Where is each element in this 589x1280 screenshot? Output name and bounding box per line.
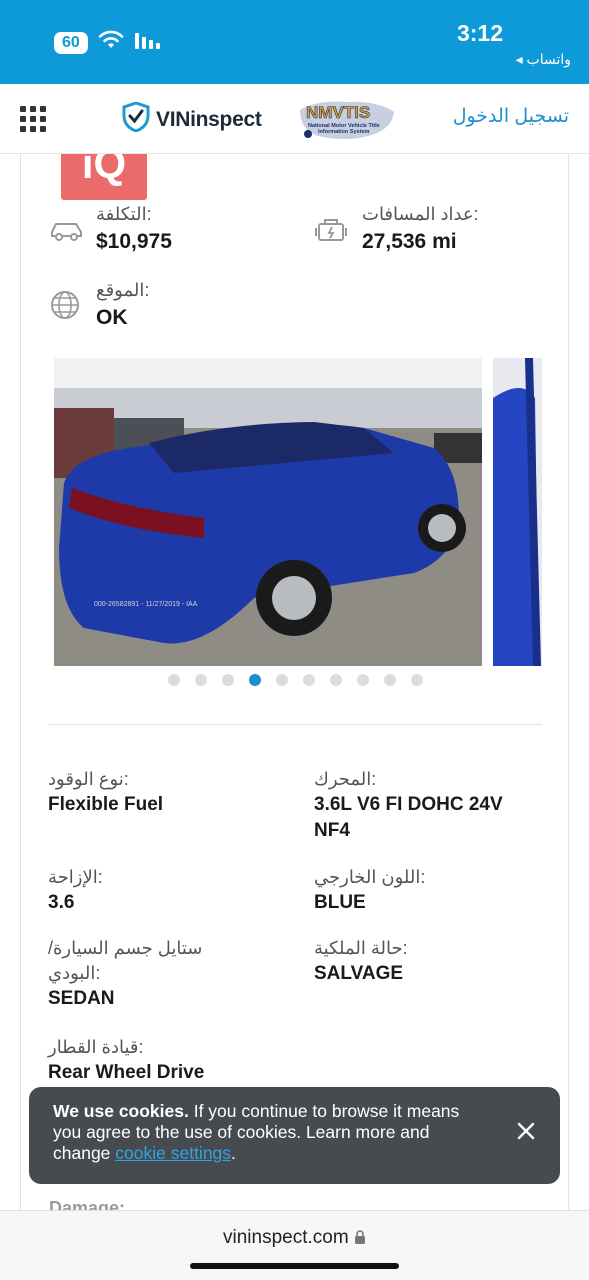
spec-fuel-type: :نوع الوقود Flexible Fuel [48, 767, 276, 818]
back-to-app-link[interactable]: ◂ واتساب [516, 51, 571, 68]
title-status-label: :حالة الملكية [314, 938, 408, 958]
menu-grid-icon[interactable] [20, 106, 46, 132]
gallery-dot[interactable] [411, 674, 423, 686]
exterior-color-value: BLUE [314, 892, 366, 913]
car-icon [48, 212, 86, 250]
status-time: 3:12 [456, 20, 503, 46]
vehicle-photo-next[interactable] [493, 358, 542, 666]
gallery-dot[interactable] [195, 674, 207, 686]
cookie-end: . [231, 1143, 236, 1163]
drive-value: Rear Wheel Drive [48, 1062, 205, 1083]
wifi-icon [98, 30, 124, 55]
nmvtis-subtitle-2: Information System [318, 129, 369, 135]
gallery-dot[interactable] [249, 674, 261, 686]
home-indicator[interactable] [190, 1263, 399, 1269]
gallery-dot[interactable] [330, 674, 342, 686]
url-display[interactable]: vininspect.com [0, 1227, 589, 1249]
gallery-dot[interactable] [303, 674, 315, 686]
mileage-value: 27,536 mi [362, 230, 457, 253]
gallery-dot[interactable] [384, 674, 396, 686]
body-style-value: SEDAN [48, 988, 115, 1009]
photo-watermark: 000-26582891 - 11/27/2019 - IAA [94, 601, 198, 608]
globe-icon [48, 286, 86, 324]
engine-label: :المحرك [314, 769, 377, 789]
engine-icon [313, 212, 351, 250]
spec-displacement: :الإزاحة 3.6 [48, 865, 276, 916]
spec-drive: :قيادة القطار Rear Wheel Drive [48, 1035, 276, 1086]
section-divider [48, 724, 542, 725]
logo-text: VINinspect [156, 107, 262, 131]
spec-engine: :المحرك 3.6L V6 FI DOHC 24V NF4 [314, 767, 542, 844]
gallery-pagination [168, 674, 423, 686]
vininspect-logo[interactable]: VINinspect [122, 101, 262, 137]
cost-value: $10,975 [96, 230, 172, 253]
nmvtis-title: NMVTIS [306, 103, 370, 122]
gallery-dot[interactable] [276, 674, 288, 686]
status-icons: 60 [54, 30, 164, 55]
location-label: :الموقع [96, 280, 150, 300]
battery-indicator: 60 [54, 31, 88, 54]
url-domain: vininspect.com [223, 1227, 349, 1248]
fuel-type-label: :نوع الوقود [48, 769, 129, 789]
vehicle-photo-current[interactable]: 000-26582891 - 11/27/2019 - IAA [54, 358, 482, 666]
gallery-dot[interactable] [168, 674, 180, 686]
vehicle-photo-gallery[interactable]: 000-26582891 - 11/27/2019 - IAA [54, 358, 542, 666]
site-header: VINinspect NMVTIS National Motor Vehicle… [0, 84, 589, 154]
shield-check-icon [122, 101, 150, 137]
cookie-message: We use cookies. If you continue to brows… [53, 1101, 473, 1164]
cookie-settings-link[interactable]: cookie settings [115, 1143, 231, 1163]
cellular-signal-icon [134, 31, 164, 54]
gallery-dot[interactable] [357, 674, 369, 686]
lock-icon [354, 1227, 366, 1248]
close-icon[interactable] [516, 1117, 536, 1147]
engine-value: 3.6L V6 FI DOHC 24V NF4 [314, 794, 503, 841]
login-link[interactable]: تسجيل الدخول [453, 105, 569, 128]
cost-label: :التكلفة [96, 204, 152, 224]
fuel-type-value: Flexible Fuel [48, 794, 164, 815]
mileage-label: :عداد المسافات [362, 204, 479, 224]
cookie-title: We use cookies. [53, 1101, 189, 1121]
spec-body-style: ستايل جسم السيارة/ :البودي SEDAN [48, 936, 248, 1012]
drive-label: :قيادة القطار [48, 1037, 144, 1057]
spec-exterior-color: :اللون الخارجي BLUE [314, 865, 542, 916]
spec-title-status: :حالة الملكية SALVAGE [314, 936, 542, 987]
report-content: iQ :التكلفة $10,975 :عداد المسافات 27,53… [20, 154, 569, 1210]
nmvtis-logo[interactable]: NMVTIS National Motor Vehicle Title Info… [296, 96, 398, 142]
browser-url-bar[interactable]: vininspect.com [0, 1210, 589, 1280]
status-bar: 60 3:12 ◂ واتساب [0, 0, 589, 84]
displacement-value: 3.6 [48, 892, 75, 913]
iq-watermark-logo: iQ [61, 154, 147, 200]
exterior-color-label: :اللون الخارجي [314, 867, 426, 887]
cookie-banner: We use cookies. If you continue to brows… [29, 1087, 560, 1184]
title-status-value: SALVAGE [314, 963, 404, 984]
location-value: OK [96, 306, 128, 329]
displacement-label: :الإزاحة [48, 867, 103, 887]
gallery-dot[interactable] [222, 674, 234, 686]
body-style-label: ستايل جسم السيارة/ :البودي [48, 938, 203, 983]
